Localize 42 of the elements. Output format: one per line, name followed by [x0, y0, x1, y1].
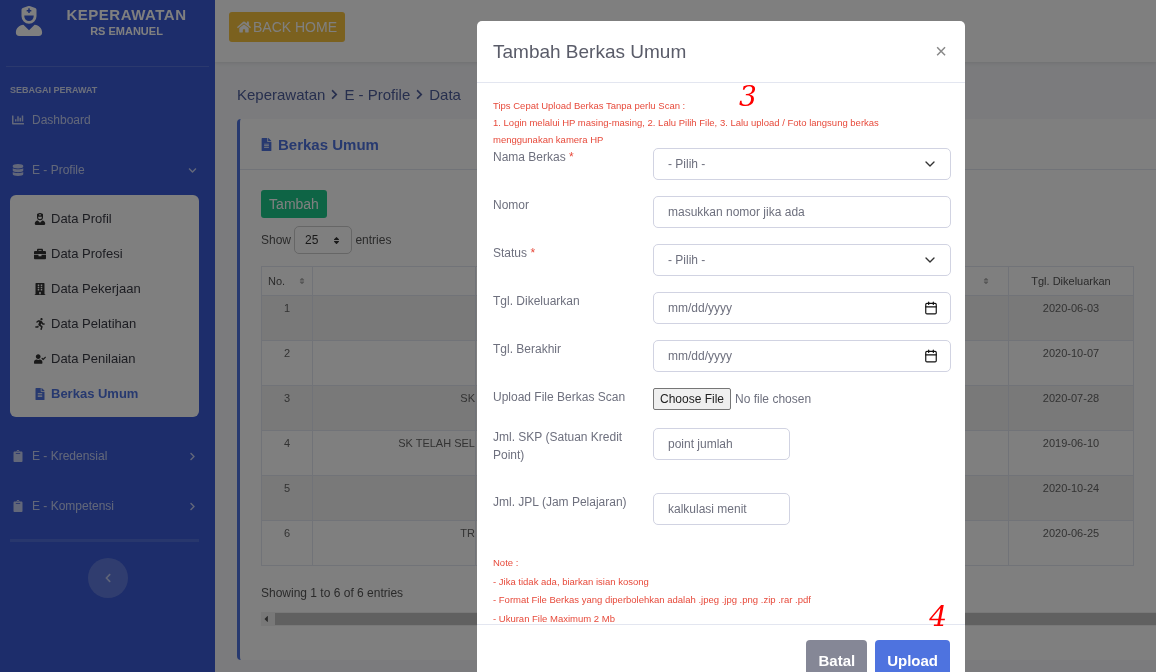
table-cell: 2020-07-28	[1009, 386, 1134, 431]
field-label: Tgl. Berakhir	[493, 341, 563, 358]
modal-title: Tambah Berkas Umum	[493, 40, 687, 63]
tip-text: 1. Login melalui HP masing-masing, 2. Lalu Pilih File, 3. Lalu upload / Foto langsung berkas menggunakan kamera HP	[493, 116, 880, 147]
card-title: Berkas Umum	[278, 135, 379, 153]
brand-subtitle: RS EMANUEL	[90, 25, 163, 37]
table-cell: 2	[261, 341, 313, 386]
length-label: entries	[355, 233, 392, 247]
table-cell: TR	[313, 521, 476, 566]
field-label: Jml. SKP (Satuan Kredit Point)	[493, 429, 624, 464]
note-text: Note :	[493, 556, 519, 570]
tip-text: Tips Cepat Upload Berkas Tanpa perlu Scan :	[493, 99, 686, 113]
table-info: Showing 1 to 6 of 6 entries	[261, 586, 404, 600]
table-cell: 2020-10-24	[1009, 476, 1134, 521]
field-label: Nomor	[493, 197, 530, 214]
length-label: Show	[261, 233, 292, 247]
handwritten-number: 3	[739, 83, 757, 111]
table-cell: 2020-06-25	[1009, 521, 1134, 566]
note-text: - Format File Berkas yang diperbolehkan adalah .jpeg .jpg .png .zip .rar .pdf	[493, 593, 811, 607]
brand-title: KEPERAWATAN	[66, 6, 187, 23]
table-cell: SK TELAH SEL	[313, 431, 476, 476]
table-cell: 2019-06-10	[1009, 431, 1134, 476]
table-cell: SK	[313, 386, 476, 431]
note-text: - Ukuran File Maximum 2 Mb	[493, 611, 615, 626]
table-cell: 5	[261, 476, 313, 521]
field-label: Upload File Berkas Scan	[493, 389, 627, 406]
table-cell: 3	[261, 386, 313, 431]
table-cell: 2020-10-07	[1009, 341, 1134, 386]
field-label: Tgl. Dikeluarkan	[493, 293, 581, 310]
note-text: - Jika tidak ada, biarkan isian kosong	[493, 574, 649, 589]
file-status: No file chosen	[735, 392, 812, 406]
table-cell: 4	[261, 431, 313, 476]
field-label: Status *	[493, 245, 537, 262]
required-mark: *	[530, 246, 536, 260]
field-label: Jml. JPL (Jam Pelajaran)	[493, 494, 628, 511]
required-mark: *	[569, 150, 574, 164]
table-cell: 1	[261, 296, 313, 341]
field-label: Nama Berkas *	[493, 149, 575, 166]
table-cell: 6	[261, 521, 313, 566]
section-label: SEBAGAI PERAWAT	[10, 85, 99, 95]
handwritten-number: 4	[929, 603, 947, 631]
table-cell: 2020-06-03	[1009, 296, 1134, 341]
